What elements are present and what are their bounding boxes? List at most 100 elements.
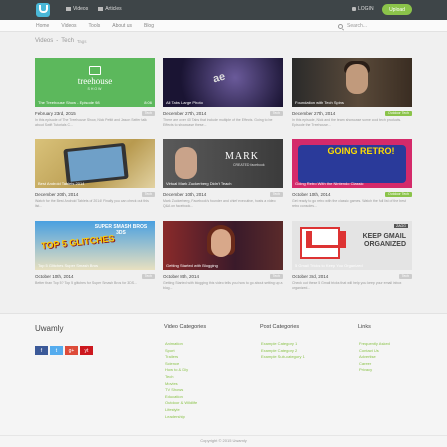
footer-brand: Uwamly bbox=[35, 324, 64, 333]
footer-link[interactable]: Contact Us bbox=[359, 348, 390, 355]
nav-videos[interactable]: Videos bbox=[66, 6, 88, 12]
video-thumbnail[interactable]: GOING RETRO! Going Retro With the Ninten… bbox=[292, 139, 412, 188]
video-description: There are over 40 Tabs that include mult… bbox=[163, 118, 273, 127]
video-title: Best Android Tablets 2014 bbox=[38, 181, 85, 186]
footer-link[interactable]: Example Category 2 bbox=[261, 348, 305, 355]
subnav-item-home[interactable]: Home bbox=[36, 23, 49, 29]
video-date: October 10th, 2014 bbox=[35, 273, 74, 279]
footer-link[interactable]: Privacy bbox=[359, 367, 390, 374]
category-badge[interactable]: Tech bbox=[398, 273, 412, 279]
footer-link[interactable]: TV Shows bbox=[165, 387, 197, 394]
video-card[interactable]: ae All Tabs Large Photo December 27th, 2… bbox=[163, 58, 283, 128]
links-list: Frequently Asked Contact Us Advertise Ca… bbox=[359, 341, 390, 374]
video-date: December 27th, 2014 bbox=[163, 110, 207, 116]
user-icon bbox=[352, 7, 356, 11]
video-thumbnail[interactable]: Best Android Tablets 2014 bbox=[35, 139, 155, 188]
sub-nav: Home Videos Tools About us Blog Search..… bbox=[0, 20, 447, 32]
breadcrumb-videos[interactable]: Videos bbox=[35, 38, 53, 44]
video-title: Foundation with Tech Spins bbox=[295, 100, 344, 105]
video-date: December 27th, 2014 bbox=[292, 110, 336, 116]
footer-link[interactable]: Science bbox=[165, 361, 197, 368]
post-categories-heading: Post Categories bbox=[260, 324, 300, 330]
video-card[interactable]: Getting Started with Blogging October 8t… bbox=[163, 221, 283, 291]
video-thumbnail[interactable]: treehouse SHOW The Treehouse Show - Epis… bbox=[35, 58, 155, 107]
video-card[interactable]: ZAGG KEEP GMAIL ORGANIZED 5 Gmail Tricks… bbox=[292, 221, 412, 291]
video-card[interactable]: treehouse SHOW The Treehouse Show - Epis… bbox=[35, 58, 155, 128]
facebook-icon[interactable]: f bbox=[35, 346, 48, 355]
video-title: Top 5 Glitches Super Smash Bros bbox=[38, 263, 99, 268]
upload-button[interactable]: Upload bbox=[382, 4, 412, 15]
footer-link[interactable]: Tech bbox=[165, 374, 197, 381]
subnav-item-videos[interactable]: Videos bbox=[61, 23, 76, 29]
category-badge[interactable]: Outdoor Tech bbox=[385, 110, 412, 116]
footer-link[interactable]: Lifestyle bbox=[165, 407, 197, 414]
footer-link[interactable]: Education bbox=[165, 394, 197, 401]
video-description: In this episode, Nick and the team showc… bbox=[292, 118, 402, 127]
video-card[interactable]: GOING RETRO! Going Retro With the Ninten… bbox=[292, 139, 412, 209]
video-thumbnail[interactable]: Getting Started with Blogging bbox=[163, 221, 283, 270]
category-badge[interactable]: Tech bbox=[141, 110, 155, 116]
video-date: December 20th, 2014 bbox=[35, 191, 79, 197]
top-bar: Videos Articles LOGIN Upload bbox=[0, 0, 447, 20]
site-logo-icon[interactable] bbox=[36, 3, 50, 17]
footer-link[interactable]: Example Category 1 bbox=[261, 341, 305, 348]
tv-icon bbox=[89, 66, 101, 75]
video-duration: 8:06 bbox=[144, 100, 152, 105]
video-thumbnail[interactable]: ae All Tabs Large Photo bbox=[163, 58, 283, 107]
video-description: Check out these 5 Gmail tricks that will… bbox=[292, 281, 402, 290]
subnav-item-blog[interactable]: Blog bbox=[144, 23, 154, 29]
links-heading: Links bbox=[358, 324, 371, 330]
nav-articles[interactable]: Articles bbox=[98, 6, 122, 12]
footer-link[interactable]: Movies bbox=[165, 381, 197, 388]
breadcrumb: Videos - Tech Tags bbox=[35, 38, 87, 44]
video-card[interactable]: SUPER SMASH BROS 3DS TOP 5 GLITCHES Top … bbox=[35, 221, 155, 291]
footer-link[interactable]: Animation bbox=[165, 341, 197, 348]
video-icon bbox=[66, 7, 71, 11]
video-date: October 8th, 2014 bbox=[163, 273, 200, 279]
category-badge[interactable]: Tech bbox=[269, 273, 283, 279]
footer-link[interactable]: Trailers bbox=[165, 354, 197, 361]
search-input[interactable]: Search... bbox=[338, 22, 412, 30]
category-badge[interactable]: Tech bbox=[141, 191, 155, 197]
article-icon bbox=[98, 7, 104, 11]
social-links: f t g+ yt bbox=[35, 346, 93, 355]
video-thumbnail[interactable]: Foundation with Tech Spins bbox=[292, 58, 412, 107]
category-badge[interactable]: Outdoor Tech bbox=[385, 191, 412, 197]
category-badge[interactable]: Tech bbox=[269, 191, 283, 197]
category-badge[interactable]: Tech bbox=[269, 110, 283, 116]
video-thumbnail[interactable]: ZAGG KEEP GMAIL ORGANIZED 5 Gmail Tricks… bbox=[292, 221, 412, 270]
video-thumbnail[interactable]: MARK CREATED facebook Virtual Mark Zucke… bbox=[163, 139, 283, 188]
footer-link[interactable]: Leadership bbox=[165, 414, 197, 421]
video-thumbnail[interactable]: SUPER SMASH BROS 3DS TOP 5 GLITCHES Top … bbox=[35, 221, 155, 270]
video-description: Mark Zuckerberg, Facebook's founder and … bbox=[163, 199, 276, 208]
video-title: All Tabs Large Photo bbox=[166, 100, 203, 105]
footer-link[interactable]: Career bbox=[359, 361, 390, 368]
mail-icon bbox=[300, 227, 340, 259]
category-badge[interactable]: Tech bbox=[141, 273, 155, 279]
video-date: February 23rd, 2015 bbox=[35, 110, 76, 116]
subnav-item-about[interactable]: About us bbox=[112, 23, 132, 29]
footer-link[interactable]: Sport bbox=[165, 348, 197, 355]
video-card[interactable]: Foundation with Tech Spins December 27th… bbox=[292, 58, 412, 128]
copyright: Copyright © 2015 Uwamly bbox=[0, 435, 447, 447]
video-description: In this episode of The Treehouse Show, N… bbox=[35, 118, 147, 127]
footer-link[interactable]: How to & Diy bbox=[165, 367, 197, 374]
google-plus-icon[interactable]: g+ bbox=[65, 346, 78, 355]
footer-link[interactable]: Example Sub-category 1 bbox=[261, 354, 305, 361]
video-card[interactable]: Best Android Tablets 2014 December 20th,… bbox=[35, 139, 155, 209]
login-link[interactable]: LOGIN bbox=[352, 6, 374, 12]
footer-link[interactable]: Frequently Asked bbox=[359, 341, 390, 348]
subnav-item-tools[interactable]: Tools bbox=[89, 23, 101, 29]
video-categories-heading: Video Categories bbox=[164, 324, 207, 330]
video-description: Watch for the Best Android Tablets of 20… bbox=[35, 199, 149, 208]
twitter-icon[interactable]: t bbox=[50, 346, 63, 355]
video-date: December 10th, 2014 bbox=[163, 191, 207, 197]
video-title: Virtual Mark Zuckerberg Didn't Teach bbox=[166, 181, 232, 186]
footer-link[interactable]: Advertise bbox=[359, 354, 390, 361]
breadcrumb-tags: Tags bbox=[76, 39, 87, 44]
video-date: October 3rd, 2014 bbox=[292, 273, 329, 279]
breadcrumb-tech: Tech bbox=[61, 38, 74, 44]
footer-link[interactable]: Outdoor & Wildlife bbox=[165, 400, 197, 407]
video-card[interactable]: MARK CREATED facebook Virtual Mark Zucke… bbox=[163, 139, 283, 209]
youtube-icon[interactable]: yt bbox=[80, 346, 93, 355]
